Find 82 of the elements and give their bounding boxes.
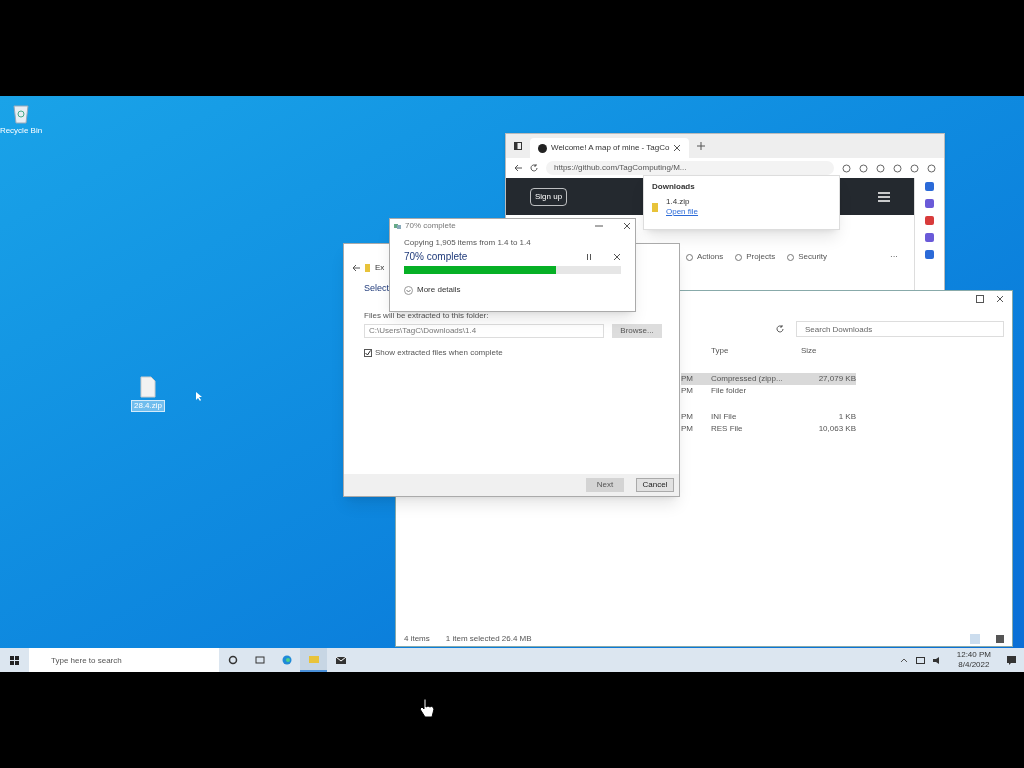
type-cell-text: Compressed (zipp... bbox=[711, 373, 784, 385]
pause-icon[interactable] bbox=[585, 252, 593, 261]
size-cell-text: 10,063 KB bbox=[817, 423, 856, 435]
notification-icon[interactable] bbox=[1007, 655, 1016, 665]
type-cell-text: File folder bbox=[711, 385, 748, 397]
refresh-icon[interactable] bbox=[776, 325, 784, 333]
refresh-icon[interactable] bbox=[530, 164, 538, 172]
type-cell-text: RES File bbox=[711, 423, 744, 435]
nav-link[interactable]: Projects bbox=[735, 251, 776, 263]
size-cell-text: 27,079 KB bbox=[817, 373, 856, 385]
date-cell-text: PM bbox=[681, 373, 694, 385]
percent-label: 70% complete bbox=[404, 250, 468, 264]
tab-actions-icon[interactable] bbox=[514, 142, 522, 150]
file-row[interactable]: PM RES File 10,063 KB bbox=[681, 423, 856, 435]
browse-button[interactable]: Browse... bbox=[612, 323, 662, 338]
file-row[interactable]: PM INI File 1 KB bbox=[681, 411, 856, 423]
speaker-icon[interactable] bbox=[932, 656, 941, 664]
zip-folder-icon bbox=[365, 264, 370, 272]
clock-date[interactable]: 8/4/2022 bbox=[958, 660, 990, 670]
file-row[interactable]: PM File folder bbox=[681, 385, 856, 397]
back-icon[interactable] bbox=[352, 264, 360, 272]
chevron-up-icon[interactable] bbox=[899, 656, 908, 664]
size-cell-text: 1 KB bbox=[837, 411, 856, 423]
file-name: 1.4.zip bbox=[666, 197, 691, 207]
close-icon[interactable] bbox=[623, 222, 631, 230]
date-cell-text: PM bbox=[681, 411, 694, 423]
window-title: 70% complete bbox=[405, 220, 456, 232]
open-file-link[interactable]: Open file bbox=[666, 207, 699, 217]
browser-tab[interactable]: Welcome! A map of mine - TagCo bbox=[530, 138, 690, 158]
checkbox-label: Show extracted files when complete bbox=[375, 346, 503, 359]
close-icon[interactable] bbox=[673, 144, 682, 152]
path-field[interactable]: C:\Users\TagC\Downloads\1.4 bbox=[364, 323, 604, 338]
hand-cursor-icon bbox=[420, 698, 434, 718]
dialog-heading: Select bbox=[364, 282, 389, 295]
column-header[interactable]: Type bbox=[711, 345, 801, 357]
date-cell-text: PM bbox=[681, 385, 694, 397]
mail-icon bbox=[335, 655, 346, 665]
menu-icon[interactable] bbox=[878, 191, 890, 202]
maximize-icon[interactable] bbox=[976, 295, 984, 303]
circle-icon bbox=[787, 253, 795, 261]
date-cell-text: PM bbox=[681, 423, 694, 435]
folder-icon bbox=[308, 654, 319, 664]
check-icon bbox=[365, 349, 371, 356]
task-view-icon bbox=[254, 655, 265, 665]
back-icon[interactable] bbox=[514, 164, 522, 172]
cancel-button[interactable]: Cancel bbox=[636, 478, 674, 492]
copy-summary: Copying 1,905 items from 1.4 to 1.4 bbox=[404, 237, 532, 249]
nav-link[interactable]: Actions bbox=[686, 251, 724, 263]
recycle-bin-icon bbox=[12, 102, 30, 124]
copy-icon bbox=[394, 223, 401, 229]
nav-link[interactable]: Security bbox=[787, 251, 828, 263]
clock-time[interactable]: 12:40 PM bbox=[956, 650, 991, 660]
field-label: Files will be extracted to this folder: bbox=[364, 309, 489, 322]
search-field[interactable]: Search Downloads bbox=[796, 321, 1004, 337]
taskbar-search-field[interactable]: Type here to search bbox=[29, 648, 219, 672]
file-row[interactable]: PM Compressed (zipp... 27,079 KB bbox=[681, 373, 856, 385]
close-icon[interactable] bbox=[996, 295, 1004, 303]
tab-title: Welcome! A map of mine - TagCo bbox=[551, 142, 670, 154]
network-icon[interactable] bbox=[915, 656, 925, 664]
type-cell-text: INI File bbox=[711, 411, 738, 423]
new-tab-icon[interactable] bbox=[697, 142, 706, 150]
cortana-icon bbox=[227, 655, 238, 665]
status-text: 4 items bbox=[404, 633, 430, 645]
edge-icon bbox=[281, 655, 292, 665]
file-icon bbox=[140, 376, 156, 398]
address-text: https://github.com/TagComputing/M... bbox=[554, 162, 687, 174]
address-bar[interactable]: https://github.com/TagComputing/M... bbox=[546, 161, 834, 175]
tiles-view-icon[interactable] bbox=[996, 635, 1004, 643]
more-button[interactable]: ··· bbox=[890, 251, 898, 263]
panel-title: Downloads bbox=[652, 181, 696, 193]
status-text: 1 item selected 26.4 MB bbox=[445, 633, 532, 645]
checkbox[interactable] bbox=[364, 348, 372, 357]
column-header[interactable]: Size bbox=[801, 345, 856, 357]
sign-up-button[interactable]: Sign up bbox=[530, 187, 568, 206]
windows-logo-icon[interactable] bbox=[10, 655, 19, 665]
dialog-title: Ex bbox=[375, 262, 385, 274]
more-details-button[interactable]: More details bbox=[417, 284, 461, 296]
mouse-pointer-icon bbox=[196, 392, 202, 401]
zip-folder-icon bbox=[652, 202, 658, 212]
circle-icon bbox=[735, 253, 743, 261]
circle-icon bbox=[686, 253, 693, 261]
close-icon[interactable] bbox=[613, 252, 621, 261]
